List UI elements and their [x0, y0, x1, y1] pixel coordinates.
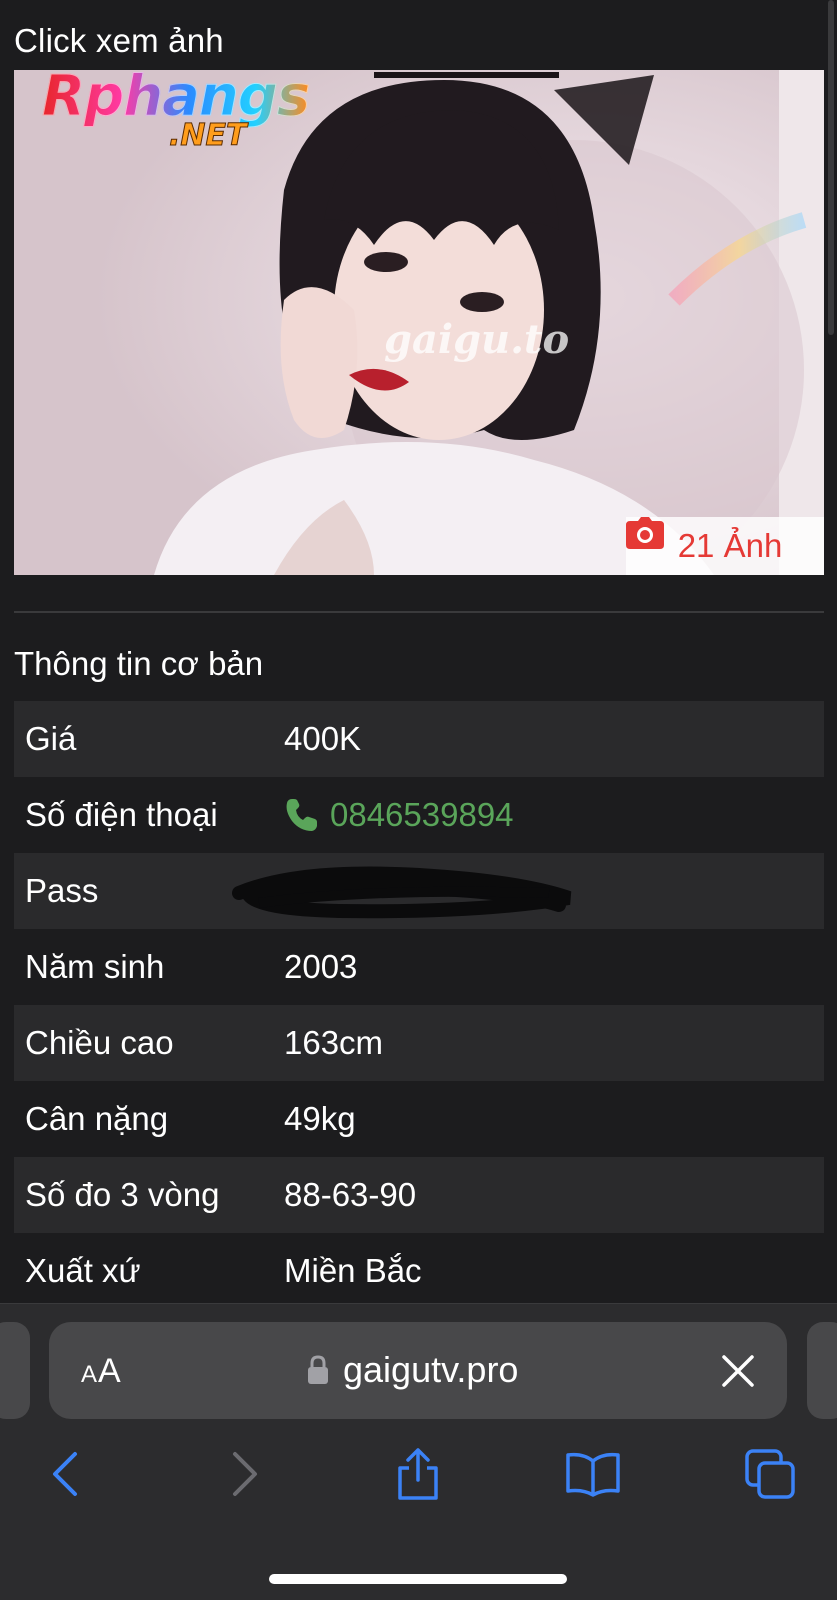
info-value: 2003 — [284, 948, 358, 985]
info-value: 400K — [284, 720, 362, 757]
info-row-weight: Cân nặng 49kg — [14, 1081, 824, 1157]
safari-toolbar — [0, 1444, 837, 1514]
info-label: Pass — [25, 872, 99, 909]
phone-link[interactable]: 0846539894 — [284, 796, 514, 834]
home-indicator[interactable] — [269, 1574, 567, 1584]
photo-count-badge[interactable]: 21 Ảnh — [626, 517, 824, 575]
share-icon — [398, 1448, 438, 1500]
aa-small: A — [81, 1361, 99, 1388]
info-value: Miền Bắc — [284, 1252, 422, 1289]
safari-bottom-bar: AA gaigutv.pro — [0, 1303, 837, 1600]
info-label: Cân nặng — [25, 1100, 169, 1137]
section-divider — [14, 611, 824, 613]
back-button[interactable] — [35, 1444, 95, 1504]
info-label: Năm sinh — [25, 948, 165, 985]
info-label: Giá — [25, 720, 77, 757]
info-label: Xuất xứ — [25, 1252, 141, 1289]
watermark: gaigu.to — [384, 316, 570, 363]
profile-photo[interactable]: Rphangs .NET gaigu.to 21 Ảnh — [14, 70, 824, 575]
bookmarks-button[interactable] — [563, 1444, 623, 1504]
click-to-view-label[interactable]: Click xem ảnh — [14, 22, 224, 60]
forward-icon — [233, 1452, 257, 1496]
info-row-origin: Xuất xứ Miền Bắc — [14, 1233, 824, 1303]
info-label: Số đo 3 vòng — [25, 1176, 220, 1213]
info-label: Số điện thoại — [25, 796, 218, 833]
page: Click xem ảnh Rphangs .NET gaigu.to 21 Ả… — [0, 0, 837, 1600]
aa-large: A — [98, 1352, 122, 1390]
tabs-button[interactable] — [740, 1444, 800, 1504]
next-tab-preview[interactable] — [807, 1322, 837, 1419]
info-value: 49kg — [284, 1100, 356, 1137]
phone-icon — [286, 799, 317, 831]
url-display[interactable]: gaigutv.pro — [307, 1349, 518, 1391]
tabs-icon — [745, 1449, 795, 1499]
info-value: 88-63-90 — [284, 1176, 417, 1213]
lock-icon — [308, 1355, 328, 1384]
back-icon — [53, 1452, 77, 1496]
info-row-birth-year: Năm sinh 2003 — [14, 929, 824, 1005]
phone-number[interactable]: 0846539894 — [330, 796, 514, 834]
info-row-price: Giá 400K — [14, 701, 824, 777]
info-row-phone: Số điện thoại 0846539894 — [14, 777, 824, 853]
info-value: 163cm — [284, 1024, 384, 1061]
forward-button[interactable] — [215, 1444, 275, 1504]
info-label: Chiều cao — [25, 1024, 174, 1061]
close-icon[interactable] — [721, 1354, 755, 1388]
url-text: gaigutv.pro — [343, 1349, 519, 1390]
info-table: Giá 400K Số điện thoại 0846539894 Pass N… — [14, 701, 824, 1303]
share-button[interactable] — [388, 1444, 448, 1504]
web-content: Click xem ảnh Rphangs .NET gaigu.to 21 Ả… — [0, 0, 837, 1303]
photo-count-label: 21 Ảnh — [677, 527, 783, 564]
page-settings-button[interactable]: AA — [81, 1352, 122, 1391]
site-logo-suffix: .NET — [168, 118, 247, 154]
info-row-pass: Pass — [14, 853, 824, 929]
scroll-indicator[interactable] — [828, 0, 834, 335]
info-row-measurements: Số đo 3 vòng 88-63-90 — [14, 1157, 824, 1233]
address-bar[interactable]: AA gaigutv.pro — [49, 1322, 787, 1419]
bookmarks-icon — [566, 1452, 620, 1497]
previous-tab-preview[interactable] — [0, 1322, 30, 1419]
info-row-height: Chiều cao 163cm — [14, 1005, 824, 1081]
section-title: Thông tin cơ bản — [14, 645, 264, 682]
redaction-scribble — [232, 866, 572, 919]
